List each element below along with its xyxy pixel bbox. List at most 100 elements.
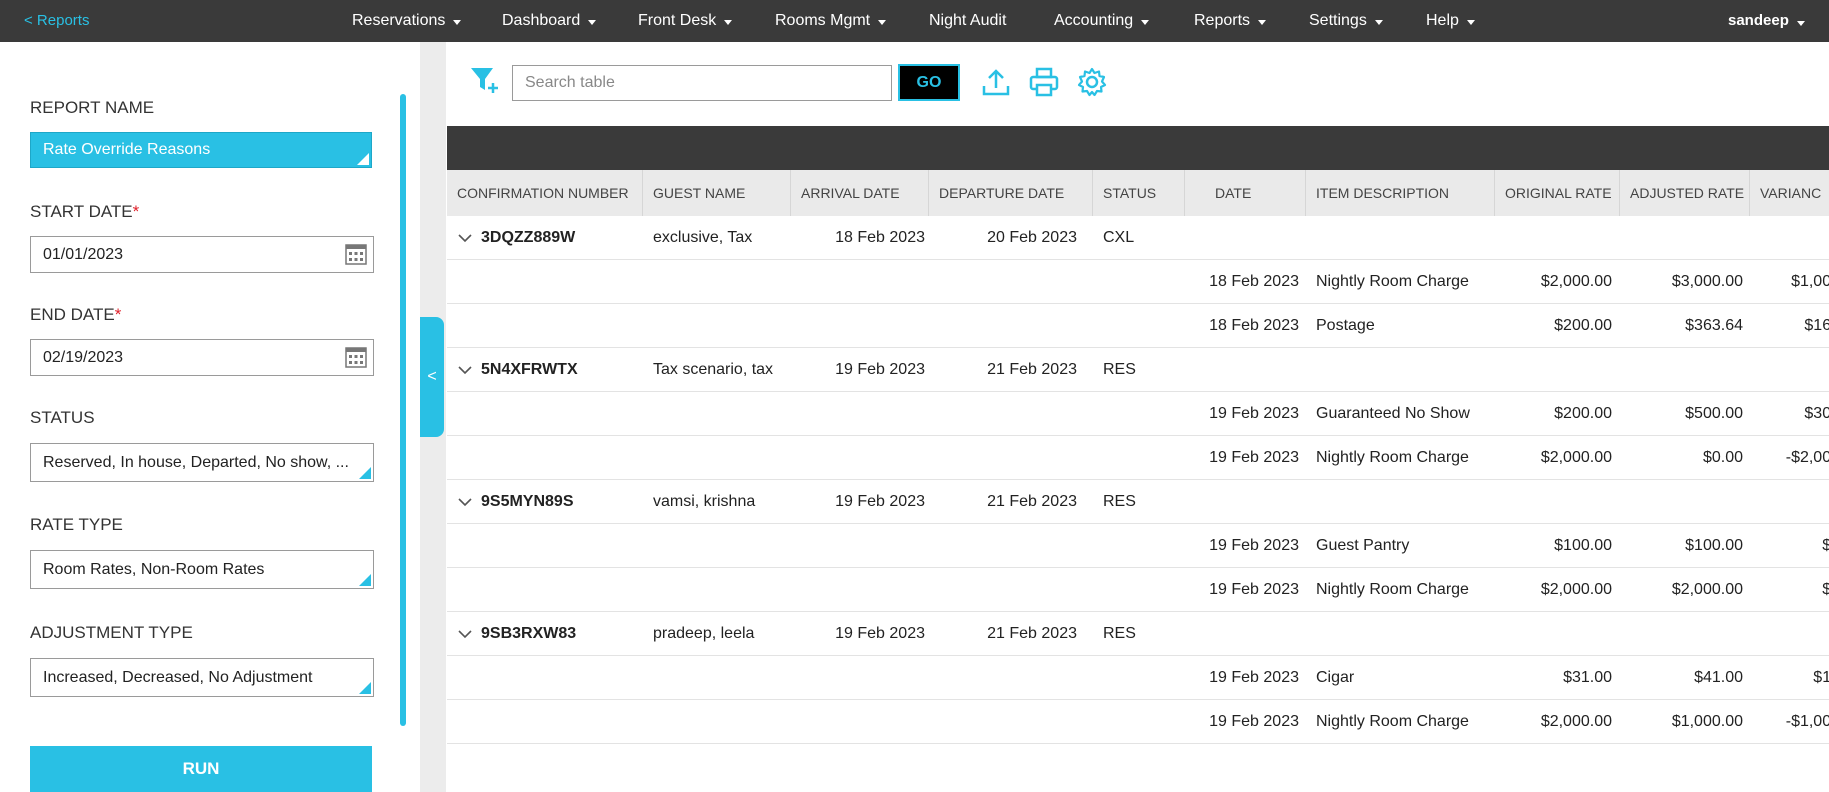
item-date: 19 Feb 2023 [1209,405,1299,422]
user-menu[interactable]: sandeep [1728,12,1805,29]
col-original-rate[interactable]: ORIGINAL RATE [1495,170,1620,216]
col-adjusted-rate[interactable]: ADJUSTED RATE [1620,170,1750,216]
adjustment-type-label: ADJUSTMENT TYPE [30,623,193,642]
table-title-bar [447,126,1829,170]
arrival-date: 19 Feb 2023 [835,361,925,378]
item-description: Postage [1316,317,1375,334]
item-description: Nightly Room Charge [1316,713,1469,730]
table-header: CONFIRMATION NUMBER GUEST NAME ARRIVAL D… [447,170,1829,216]
confirmation-number[interactable]: 9S5MYN89S [481,480,574,524]
go-button[interactable]: GO [898,64,960,101]
status-value: CXL [1103,229,1135,246]
panel-scrollbar[interactable] [400,94,406,726]
print-icon[interactable] [1028,66,1060,98]
item-description: Guest Pantry [1316,537,1410,554]
original-rate: $100.00 [1554,537,1612,554]
nav-front-desk[interactable]: Front Desk [638,12,733,30]
table-row-detail: 19 Feb 2023 Guest Pantry $100.00 $100.00 $0 [447,524,1829,568]
start-date-label: START DATE* [30,202,140,221]
item-date: 19 Feb 2023 [1209,669,1299,686]
collapse-panel-button[interactable]: < [420,317,444,437]
status-value: RES [1103,493,1136,510]
gear-icon[interactable] [1076,66,1108,98]
guest-name: exclusive, Tax [653,229,753,246]
back-to-reports-link[interactable]: < Reports [24,12,89,29]
end-date-label: END DATE* [30,305,122,324]
chevron-down-icon[interactable] [457,230,473,246]
nav-reservations[interactable]: Reservations [352,12,462,30]
chevron-down-icon[interactable] [457,626,473,642]
confirmation-number[interactable]: 9SB3RXW83 [481,612,576,656]
original-rate: $2,000.00 [1540,713,1612,730]
chevron-down-icon [1141,20,1150,26]
item-date: 18 Feb 2023 [1209,317,1299,334]
rate-type-select[interactable]: Room Rates, Non-Room Rates [30,550,374,589]
nav-rooms-mgmt[interactable]: Rooms Mgmt [775,12,887,30]
departure-date: 21 Feb 2023 [987,493,1077,510]
table-row[interactable]: 5N4XFRWTX Tax scenario, tax 19 Feb 2023 21 … [447,348,1829,392]
search-input[interactable] [512,65,892,101]
departure-date: 20 Feb 2023 [987,229,1077,246]
chevron-down-icon [1374,20,1383,26]
report-filter-panel: REPORT NAME Rate Override Reasons START … [0,42,420,792]
adjusted-rate: $3,000.00 [1671,273,1743,290]
table-row-detail: 18 Feb 2023 Nightly Room Charge $2,000.00 $… [447,260,1829,304]
export-icon[interactable] [980,66,1012,98]
nav-settings[interactable]: Settings [1309,12,1383,30]
adjusted-rate: $0.00 [1702,449,1743,466]
col-departure-date[interactable]: DEPARTURE DATE [929,170,1093,216]
table-row-detail: 19 Feb 2023 Cigar $31.00 $41.00 $10 [447,656,1829,700]
chevron-down-icon [1796,20,1805,26]
top-nav-bar: < Reports Reservations Dashboard Front D… [0,0,1829,42]
status-select[interactable]: Reserved, In house, Departed, No show, .… [30,443,374,482]
item-description: Nightly Room Charge [1316,581,1469,598]
item-date: 19 Feb 2023 [1209,537,1299,554]
chevron-down-icon[interactable] [457,494,473,510]
confirmation-number[interactable]: 3DQZZ889W [481,216,575,260]
col-status[interactable]: STATUS [1093,170,1185,216]
confirmation-number[interactable]: 5N4XFRWTX [481,348,578,392]
table-row[interactable]: 3DQZZ889W exclusive, Tax 18 Feb 2023 20 Feb… [447,216,1829,260]
variance: $1,000 [1791,273,1829,290]
chevron-down-icon[interactable] [457,362,473,378]
adjusted-rate: $1,000.00 [1671,713,1743,730]
nav-accounting[interactable]: Accounting [1054,12,1150,30]
item-description: Guaranteed No Show [1316,405,1470,422]
table-row[interactable]: 9S5MYN89S vamsi, krishna 19 Feb 2023 21 Feb… [447,480,1829,524]
calendar-icon[interactable] [345,346,367,368]
start-date-input[interactable]: 01/01/2023 [30,236,374,273]
variance: $0 [1822,537,1829,554]
report-name-select[interactable]: Rate Override Reasons [30,132,372,168]
run-button[interactable]: RUN [30,746,372,792]
chevron-down-icon [724,20,733,26]
nav-night-audit[interactable]: Night Audit [929,12,1006,30]
nav-reports[interactable]: Reports [1194,12,1267,30]
col-date[interactable]: DATE [1185,170,1306,216]
arrival-date: 19 Feb 2023 [835,625,925,642]
variance: -$1,000 [1785,713,1829,730]
status-value: RES [1103,361,1136,378]
filter-icon[interactable] [468,64,500,96]
adjustment-type-select[interactable]: Increased, Decreased, No Adjustment [30,658,374,697]
departure-date: 21 Feb 2023 [987,625,1077,642]
original-rate: $2,000.00 [1540,449,1612,466]
item-description: Nightly Room Charge [1316,273,1469,290]
rate-type-label: RATE TYPE [30,515,123,534]
nav-help[interactable]: Help [1426,12,1475,30]
nav-dashboard[interactable]: Dashboard [502,12,597,30]
table-row-detail: 19 Feb 2023 Nightly Room Charge $2,000.00 $… [447,436,1829,480]
col-guest-name[interactable]: GUEST NAME [643,170,791,216]
table-row-detail: 19 Feb 2023 Guaranteed No Show $200.00 $500… [447,392,1829,436]
status-label: STATUS [30,408,95,427]
col-item-description[interactable]: ITEM DESCRIPTION [1306,170,1495,216]
item-date: 19 Feb 2023 [1209,713,1299,730]
calendar-icon[interactable] [345,243,367,265]
end-date-input[interactable]: 02/19/2023 [30,339,374,376]
col-confirmation-number[interactable]: CONFIRMATION NUMBER [447,170,643,216]
adjusted-rate: $500.00 [1685,405,1743,422]
col-arrival-date[interactable]: ARRIVAL DATE [791,170,929,216]
col-variance[interactable]: VARIANC [1750,170,1829,216]
adjusted-rate: $363.64 [1685,317,1743,334]
item-date: 19 Feb 2023 [1209,581,1299,598]
table-row[interactable]: 9SB3RXW83 pradeep, leela 19 Feb 2023 21 Feb… [447,612,1829,656]
